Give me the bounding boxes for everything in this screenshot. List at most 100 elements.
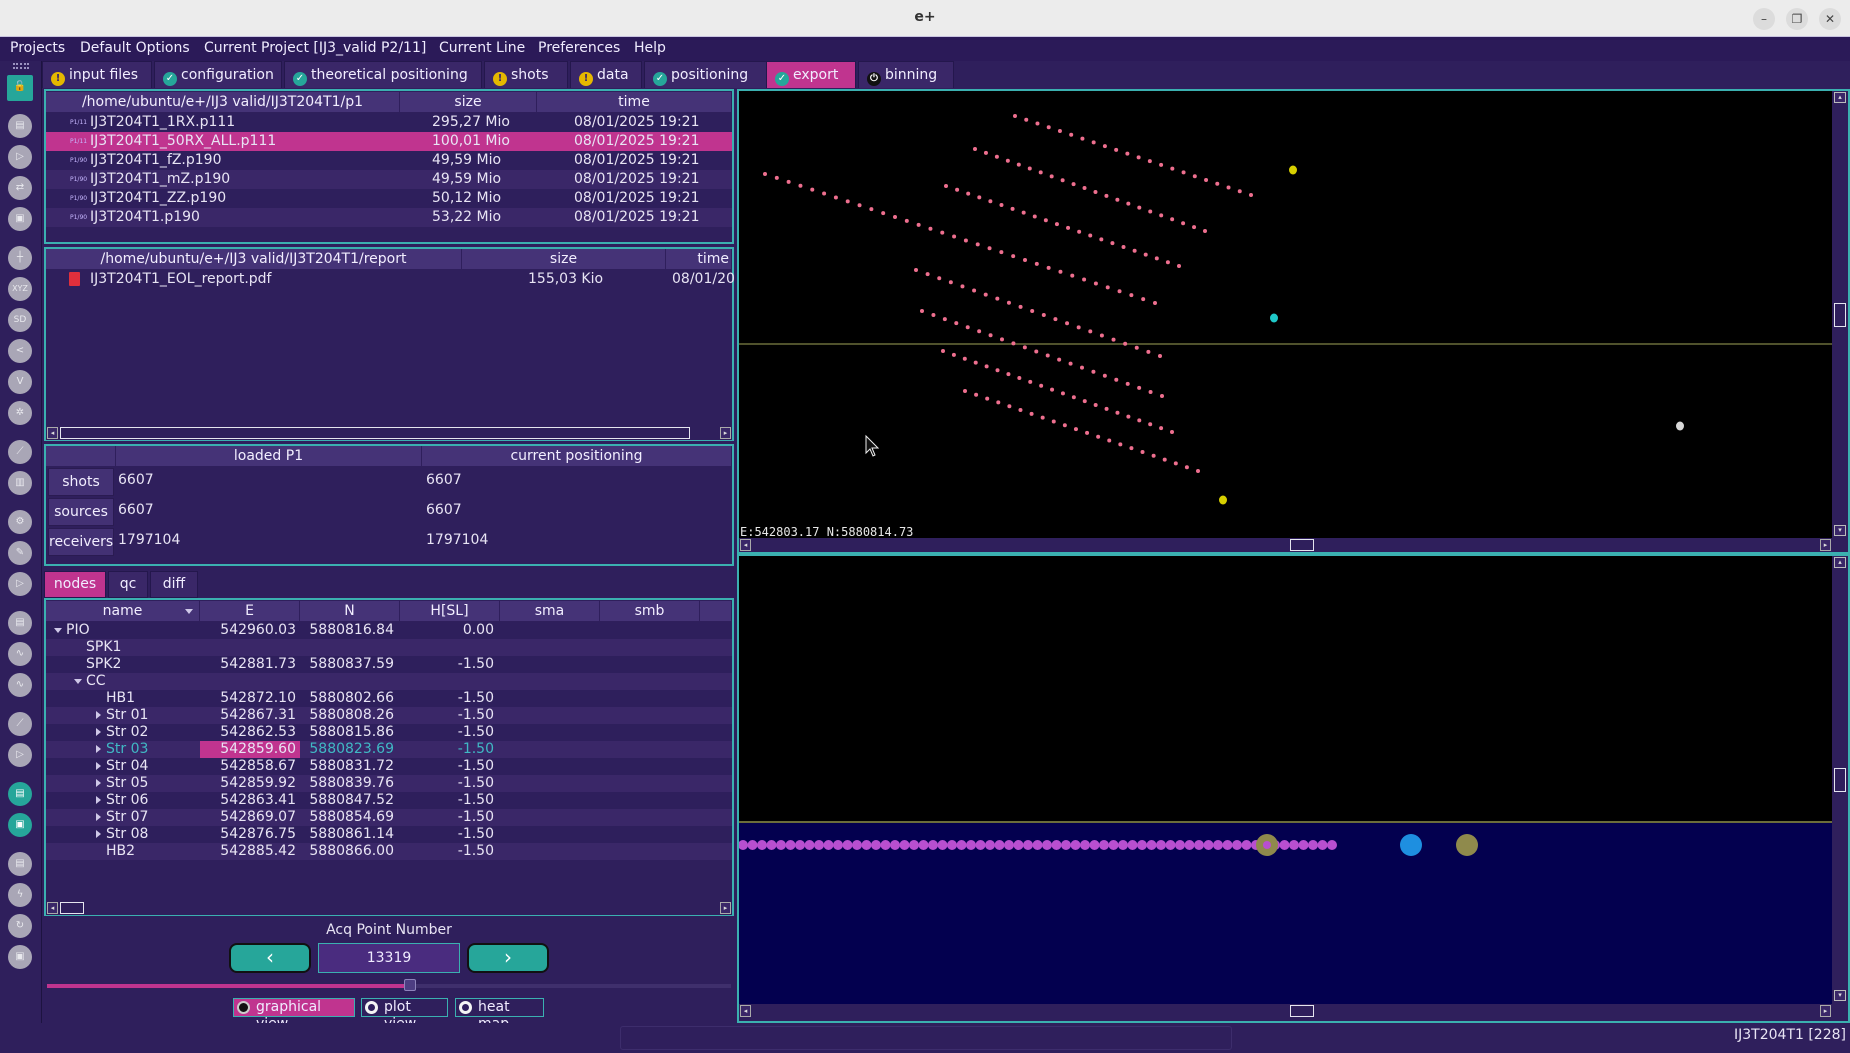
collapsed-icon[interactable]: [96, 745, 101, 753]
scroll-thumb[interactable]: [1290, 1005, 1314, 1017]
collapsed-icon[interactable]: [96, 813, 101, 821]
column-header-path[interactable]: /home/ubuntu/e+/IJ3 valid/IJ3T204T1/repo…: [46, 249, 462, 269]
tab-theoretical-positioning[interactable]: ✓ theoretical positioning: [284, 61, 482, 88]
column-header-n[interactable]: N: [300, 601, 400, 621]
map-view-canvas[interactable]: E:542803.17 N:5880814.73: [739, 91, 1832, 539]
previous-button[interactable]: ‹: [229, 943, 311, 973]
share-icon[interactable]: <: [8, 339, 32, 363]
profile-hscrollbar[interactable]: ◂ ▸: [739, 1004, 1832, 1018]
menu-default-options[interactable]: Default Options: [80, 40, 190, 56]
lock-open-icon[interactable]: 🔓: [7, 75, 33, 101]
acq-point-input[interactable]: 13319: [318, 943, 460, 973]
scroll-left-arrow[interactable]: ◂: [740, 539, 751, 551]
save-teal-icon[interactable]: ▣: [8, 813, 32, 837]
subtab-nodes[interactable]: nodes: [44, 571, 106, 598]
node-row[interactable]: Str 07 542869.07 5880854.69 -1.50: [46, 809, 732, 826]
subtab-qc[interactable]: qc: [108, 571, 148, 598]
gear-icon[interactable]: ⚙: [8, 510, 32, 534]
stats-row-header-shots[interactable]: shots: [48, 468, 114, 496]
video-icon[interactable]: ▷: [8, 572, 32, 596]
menu-projects[interactable]: Projects: [10, 40, 65, 56]
node-row[interactable]: HB1 542872.10 5880802.66 -1.50: [46, 690, 732, 707]
p1-file-row[interactable]: P1/11 IJ3T204T1_50RX_ALL.p111 100,01 Mio 08…: [46, 132, 732, 151]
close-button[interactable]: ✕: [1819, 8, 1841, 30]
column-header-time[interactable]: time: [537, 92, 732, 112]
p1-file-row[interactable]: P1/90 IJ3T204T1_fZ.p190 49,59 Mio 08/01/202…: [46, 151, 732, 170]
expanded-icon[interactable]: [54, 628, 62, 633]
scroll-thumb[interactable]: [1834, 303, 1846, 327]
report-row[interactable]: IJ3T204T1_EOL_report.pdf 155,03 Kio 08/0…: [46, 270, 735, 289]
tab-configuration[interactable]: ✓ configuration: [154, 61, 282, 88]
column-header-time[interactable]: time: [666, 249, 732, 269]
node-row[interactable]: Str 02 542862.53 5880815.86 -1.50: [46, 724, 732, 741]
report-hscrollbar[interactable]: ◂ ▸: [46, 426, 732, 440]
p1-file-row[interactable]: P1/90 IJ3T204T1.p190 53,22 Mio 08/01/2025 1…: [46, 208, 732, 227]
cursor-select-icon[interactable]: ✲: [8, 401, 32, 425]
marker-white[interactable]: [1676, 421, 1684, 431]
measure-icon[interactable]: ⟋: [8, 440, 32, 464]
column-header-size[interactable]: size: [462, 249, 666, 269]
scroll-up-arrow[interactable]: ▴: [1834, 557, 1846, 568]
marker-olive[interactable]: [1456, 834, 1478, 856]
tab-shots[interactable]: ! shots: [484, 61, 568, 88]
network-icon[interactable]: V: [8, 370, 32, 394]
scroll-right-arrow[interactable]: ▸: [1820, 1005, 1831, 1017]
marker-yellow[interactable]: [1219, 495, 1227, 505]
node-row[interactable]: Str 05 542859.92 5880839.76 -1.50: [46, 775, 732, 792]
map-hscrollbar[interactable]: ◂ ▸: [739, 538, 1832, 552]
toolbar-grip[interactable]: [13, 63, 29, 69]
grid-icon[interactable]: ┼: [8, 246, 32, 270]
refresh-icon[interactable]: ↻: [8, 914, 32, 938]
save-icon[interactable]: ▣: [8, 207, 32, 231]
node-row[interactable]: Str 08 542876.75 5880861.14 -1.50: [46, 826, 732, 843]
map-icon[interactable]: ▥: [8, 471, 32, 495]
column-header-current-positioning[interactable]: current positioning: [422, 446, 732, 466]
map-view-svg[interactable]: E:542803.17 N:5880814.73: [739, 91, 1832, 539]
collapsed-icon[interactable]: [96, 728, 101, 736]
waveform-faded-icon[interactable]: ∿: [8, 673, 32, 697]
marker-yellow[interactable]: [1289, 165, 1297, 175]
stats-row-header-sources[interactable]: sources: [48, 498, 114, 526]
column-header-smb[interactable]: smb: [600, 601, 700, 621]
collapsed-icon[interactable]: [96, 796, 101, 804]
column-header-name[interactable]: name: [46, 601, 200, 621]
scroll-down-arrow[interactable]: ▾: [1834, 525, 1846, 536]
column-header-sma[interactable]: sma: [500, 601, 600, 621]
slider-handle[interactable]: [403, 979, 416, 991]
scroll-thumb[interactable]: [60, 427, 690, 439]
radio-plot-view[interactable]: plot view: [361, 998, 448, 1032]
marker-cyan[interactable]: [1270, 313, 1278, 323]
video-icon[interactable]: ▷: [8, 743, 32, 767]
collapsed-icon[interactable]: [96, 711, 101, 719]
p1-file-row[interactable]: P1/90 IJ3T204T1_mZ.p190 49,59 Mio 08/01/202…: [46, 170, 732, 189]
menu-preferences[interactable]: Preferences: [538, 40, 620, 56]
profile-view-canvas[interactable]: [738, 556, 1832, 1004]
tab-binning[interactable]: ⏻ binning: [858, 61, 954, 88]
tab-data[interactable]: ! data: [570, 61, 642, 88]
document-icon[interactable]: ▤: [8, 611, 32, 635]
minimize-button[interactable]: –: [1753, 8, 1775, 30]
stats-row-header-receivers[interactable]: receivers: [48, 528, 114, 556]
menu-current-line[interactable]: Current Line: [439, 40, 525, 56]
restore-button[interactable]: ❐: [1786, 8, 1808, 30]
collapsed-icon[interactable]: [96, 762, 101, 770]
nodes-hscrollbar[interactable]: ◂ ▸: [46, 901, 732, 915]
save-icon[interactable]: ▣: [8, 945, 32, 969]
document-icon[interactable]: ▤: [8, 114, 32, 138]
brush-icon[interactable]: ✎: [8, 541, 32, 565]
menu-current-project[interactable]: Current Project [IJ3_valid P2/11]: [204, 40, 426, 56]
scroll-right-arrow[interactable]: ▸: [720, 427, 731, 439]
document-teal-icon[interactable]: ▤: [8, 782, 32, 806]
play-icon[interactable]: ▷: [8, 145, 32, 169]
scroll-left-arrow[interactable]: ◂: [47, 902, 58, 914]
scroll-up-arrow[interactable]: ▴: [1834, 92, 1846, 103]
node-row[interactable]: Str 04 542858.67 5880831.72 -1.50: [46, 758, 732, 775]
lightning-icon[interactable]: ϟ: [8, 883, 32, 907]
column-header-h[interactable]: H[SL]: [400, 601, 500, 621]
document-icon[interactable]: ▤: [8, 852, 32, 876]
profile-vscrollbar[interactable]: ▴ ▾: [1833, 556, 1847, 1004]
node-row[interactable]: CC: [46, 673, 732, 690]
radio-graphical-view[interactable]: graphical view: [233, 998, 355, 1032]
node-row[interactable]: Str 03 542859.60 5880823.69 -1.50: [46, 741, 732, 758]
node-row[interactable]: Str 01 542867.31 5880808.26 -1.50: [46, 707, 732, 724]
